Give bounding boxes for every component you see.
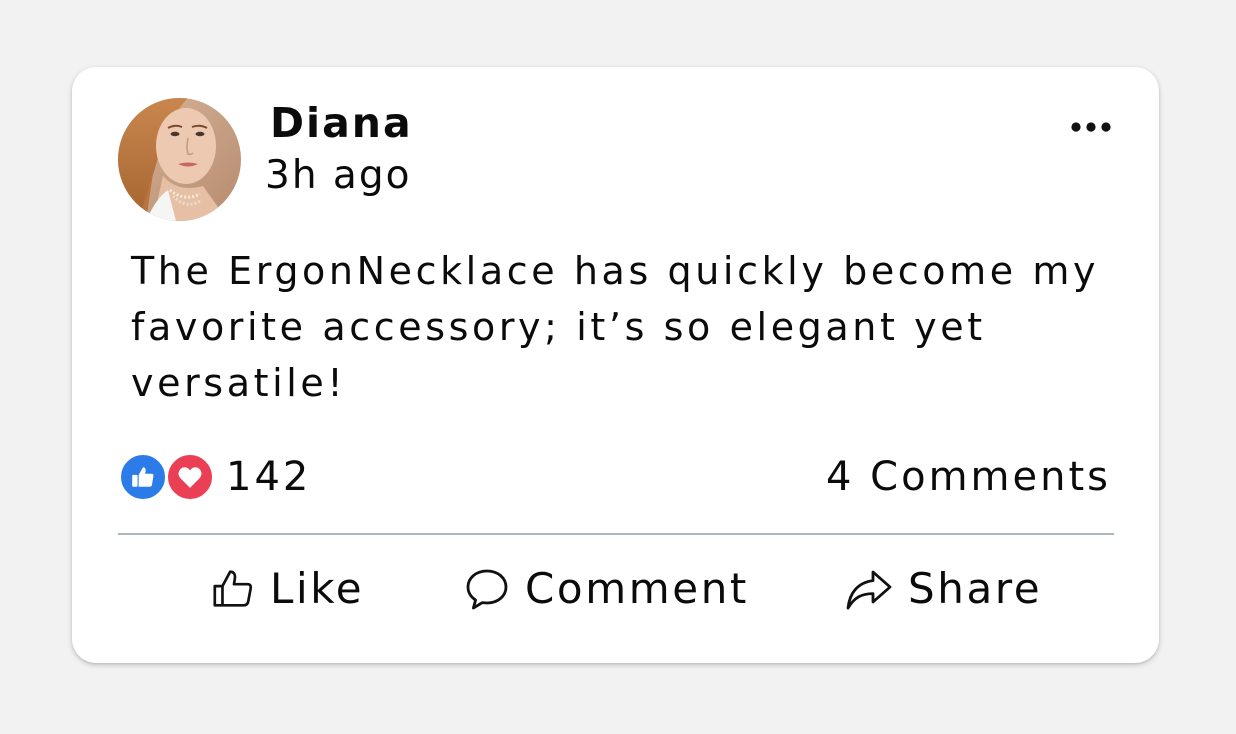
like-button[interactable]: Like: [210, 559, 364, 619]
avatar[interactable]: [118, 98, 241, 221]
share-button-label: Share: [908, 564, 1043, 613]
user-photo-avatar: [118, 98, 241, 221]
love-reaction-badge: [165, 452, 215, 502]
more-options-button[interactable]: [1064, 107, 1120, 147]
post-timestamp: 3h ago: [265, 153, 412, 198]
reaction-count: 142: [226, 454, 312, 500]
comment-button[interactable]: Comment: [463, 559, 749, 619]
thumbs-up-outline-icon: [213, 570, 253, 607]
post-text: The ErgonNecklace has quickly become my …: [131, 249, 1100, 405]
heart-icon: [178, 467, 202, 488]
share-button[interactable]: Share: [844, 559, 1042, 619]
like-reaction-badge: [118, 452, 168, 502]
comments-count-link[interactable]: 4 Comments: [826, 450, 1111, 504]
like-button-label: Like: [270, 564, 365, 613]
comment-bubble-icon: [466, 569, 508, 610]
comment-button-label: Comment: [525, 564, 749, 613]
thumbs-up-icon: [132, 467, 154, 487]
reactions-summary[interactable]: 142: [118, 450, 311, 504]
share-arrow-icon: [846, 570, 892, 610]
divider: [118, 533, 1114, 535]
author-name[interactable]: Diana: [270, 95, 413, 151]
post-card: Diana 3h ago The ErgonNecklace has quick…: [72, 67, 1159, 663]
more-horizontal-icon: [1071, 122, 1111, 132]
